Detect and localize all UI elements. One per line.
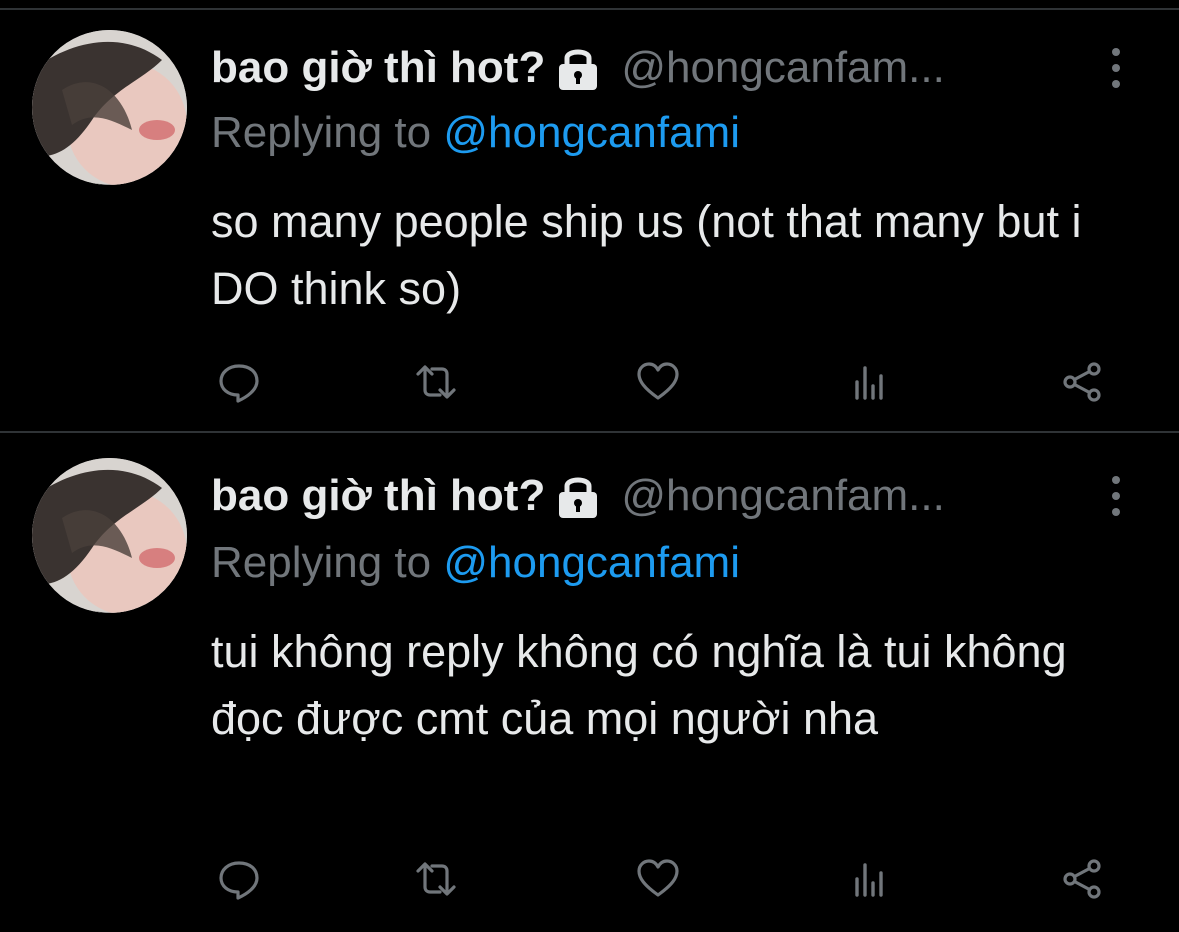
share-icon[interactable] [1058, 358, 1106, 406]
tweet-text: so many people ship us (not that many bu… [211, 196, 1082, 314]
replying-prefix: Replying to [211, 108, 444, 157]
handle[interactable]: @hongcanfam... [621, 471, 945, 521]
action-bar [0, 358, 1179, 408]
replying-prefix: Replying to [211, 538, 444, 587]
avatar-image [32, 458, 187, 613]
share-icon[interactable] [1058, 855, 1106, 903]
reply-icon[interactable] [215, 855, 263, 903]
handle[interactable]: @hongcanfam... [621, 43, 945, 93]
tweet-2[interactable]: bao giờ thì hot? @hongcanfam... Replying… [0, 433, 1179, 932]
analytics-icon[interactable] [846, 358, 894, 406]
display-name[interactable]: bao giờ thì hot? [211, 471, 545, 521]
avatar[interactable] [32, 458, 187, 613]
reply-icon[interactable] [215, 358, 263, 406]
display-name[interactable]: bao giờ thì hot? [211, 43, 545, 93]
lock-icon [559, 477, 598, 518]
retweet-icon[interactable] [412, 358, 460, 406]
tweet-header: bao giờ thì hot? @hongcanfam... [211, 38, 1141, 98]
avatar[interactable] [32, 30, 187, 185]
replying-mention[interactable]: @hongcanfami [443, 108, 740, 157]
tweet-text: tui không reply không có nghĩa là tui kh… [211, 626, 1067, 744]
more-vertical-icon[interactable] [1104, 476, 1128, 516]
replying-to: Replying to @hongcanfami [211, 538, 740, 588]
replying-to: Replying to @hongcanfami [211, 108, 740, 158]
analytics-icon[interactable] [846, 855, 894, 903]
tweet-1[interactable]: bao giờ thì hot? @hongcanfam... Replying… [0, 0, 1179, 430]
heart-icon[interactable] [634, 855, 682, 903]
retweet-icon[interactable] [412, 855, 460, 903]
replying-mention[interactable]: @hongcanfami [443, 538, 740, 587]
lock-icon [559, 49, 598, 90]
heart-icon[interactable] [634, 358, 682, 406]
more-vertical-icon[interactable] [1104, 48, 1128, 88]
action-bar [0, 855, 1179, 905]
tweet-header: bao giờ thì hot? @hongcanfam... [211, 466, 1141, 526]
avatar-image [32, 30, 187, 185]
